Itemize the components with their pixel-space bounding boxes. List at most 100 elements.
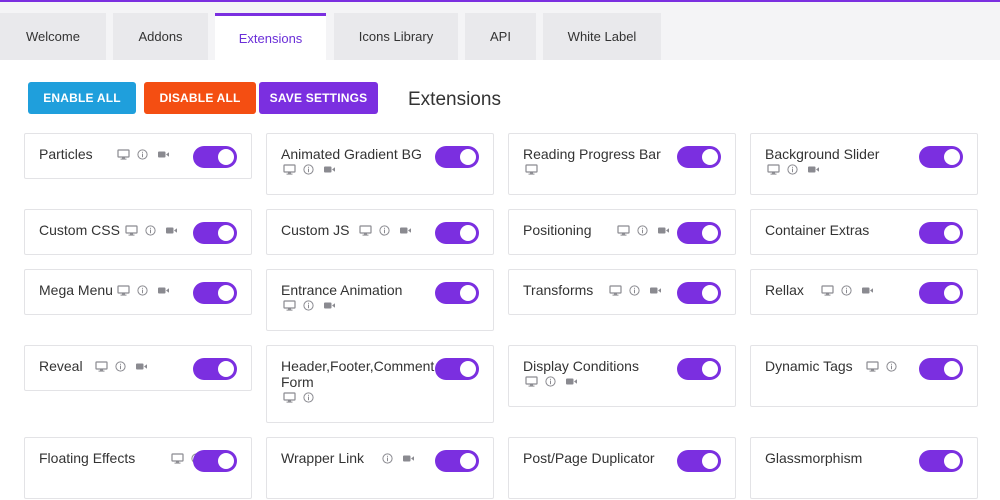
extension-name: Wrapper Link <box>281 450 365 466</box>
extension-toggle[interactable] <box>435 358 479 380</box>
extension-toggle[interactable] <box>435 282 479 304</box>
extension-toggle[interactable] <box>193 282 237 304</box>
info-icon[interactable] <box>137 149 150 160</box>
video-icon[interactable] <box>402 453 415 464</box>
extension-card: Custom JS <box>266 209 494 255</box>
extension-icons <box>609 285 662 296</box>
video-icon[interactable] <box>157 149 170 160</box>
extension-name: Background Slider <box>765 146 880 162</box>
tab-extensions[interactable]: Extensions <box>215 13 326 60</box>
extension-toggle[interactable] <box>919 222 963 244</box>
extension-icons <box>117 149 170 160</box>
video-icon[interactable] <box>399 225 412 236</box>
extension-toggle[interactable] <box>193 358 237 380</box>
desktop-icon <box>767 164 780 175</box>
extension-card: Custom CSS <box>24 209 252 255</box>
extension-name: Dynamic Tags <box>765 358 853 374</box>
extension-icons <box>382 453 415 464</box>
extension-card: Display Conditions <box>508 345 736 407</box>
info-icon[interactable] <box>145 225 158 236</box>
extension-icons <box>94 361 148 372</box>
extension-card: Background Slider <box>750 133 978 195</box>
extension-name: Glassmorphism <box>765 450 863 466</box>
enable-all-button[interactable]: ENABLE ALL <box>28 82 136 114</box>
tab-bar: Welcome Addons Extensions Icons Library … <box>0 13 1000 60</box>
extension-toggle[interactable] <box>435 222 479 244</box>
video-icon[interactable] <box>807 164 820 175</box>
extension-name: Display Conditions <box>523 358 639 374</box>
save-settings-button[interactable]: SAVE SETTINGS <box>259 82 378 114</box>
info-icon[interactable] <box>303 392 316 403</box>
info-icon[interactable] <box>303 164 316 175</box>
desktop-icon <box>117 285 130 296</box>
extension-card: Entrance Animation <box>266 269 494 331</box>
info-icon[interactable] <box>886 361 899 372</box>
info-icon[interactable] <box>379 225 392 236</box>
extension-card: Dynamic Tags <box>750 345 978 407</box>
extension-card: Particles <box>24 133 252 179</box>
extension-toggle[interactable] <box>193 146 237 168</box>
section-title: Extensions <box>408 89 501 110</box>
extension-name: Custom JS <box>281 222 350 238</box>
info-icon[interactable] <box>545 376 558 387</box>
extension-toggle[interactable] <box>677 450 721 472</box>
extension-toggle[interactable] <box>193 222 237 244</box>
extension-icons <box>767 164 820 175</box>
extension-name: Entrance Animation <box>281 282 403 298</box>
video-icon[interactable] <box>323 300 336 311</box>
extension-toggle[interactable] <box>435 146 479 168</box>
extension-toggle[interactable] <box>677 358 721 380</box>
extension-icons <box>616 225 670 236</box>
info-icon[interactable] <box>303 300 316 311</box>
extension-card: Positioning <box>508 209 736 255</box>
tab-api[interactable]: API <box>465 13 536 60</box>
video-icon[interactable] <box>565 376 578 387</box>
info-icon[interactable] <box>114 361 128 372</box>
video-icon[interactable] <box>135 361 148 372</box>
tab-icons-library[interactable]: Icons Library <box>334 13 458 60</box>
video-icon[interactable] <box>861 285 874 296</box>
extension-icons <box>125 225 178 236</box>
extension-toggle[interactable] <box>435 450 479 472</box>
extension-name: Rellax <box>765 282 804 298</box>
extension-card: Reveal <box>24 345 252 391</box>
extension-name: Post/Page Duplicator <box>523 450 655 466</box>
info-icon[interactable] <box>382 453 395 464</box>
disable-all-button[interactable]: DISABLE ALL <box>144 82 256 114</box>
desktop-icon <box>125 225 138 236</box>
desktop-icon <box>609 285 622 296</box>
extension-name: Header,Footer,Comment Form <box>281 358 435 390</box>
desktop-icon <box>94 361 108 372</box>
video-icon[interactable] <box>165 225 178 236</box>
extension-toggle[interactable] <box>919 282 963 304</box>
desktop-icon <box>170 453 184 464</box>
extension-toggle[interactable] <box>193 450 237 472</box>
extension-toggle[interactable] <box>919 450 963 472</box>
info-icon[interactable] <box>629 285 642 296</box>
tab-addons[interactable]: Addons <box>113 13 208 60</box>
video-icon[interactable] <box>157 285 170 296</box>
info-icon[interactable] <box>137 285 150 296</box>
info-icon[interactable] <box>636 225 650 236</box>
tab-white-label[interactable]: White Label <box>543 13 661 60</box>
info-icon[interactable] <box>787 164 800 175</box>
desktop-icon <box>283 164 296 175</box>
extension-name: Particles <box>39 146 93 162</box>
tab-welcome[interactable]: Welcome <box>0 13 106 60</box>
video-icon[interactable] <box>323 164 336 175</box>
extension-card: Post/Page Duplicator <box>508 437 736 499</box>
extension-card: Floating Effects <box>24 437 252 499</box>
extension-name: Floating Effects <box>39 450 136 466</box>
info-icon[interactable] <box>840 285 854 296</box>
extension-toggle[interactable] <box>677 222 721 244</box>
extension-name: Animated Gradient BG <box>281 146 422 162</box>
extension-toggle[interactable] <box>919 146 963 168</box>
extension-icons <box>283 164 336 175</box>
video-icon[interactable] <box>657 225 670 236</box>
extension-name: Positioning <box>523 222 592 238</box>
extension-toggle[interactable] <box>677 146 721 168</box>
extension-toggle[interactable] <box>677 282 721 304</box>
video-icon[interactable] <box>649 285 662 296</box>
extension-card: Glassmorphism <box>750 437 978 499</box>
extension-toggle[interactable] <box>919 358 963 380</box>
